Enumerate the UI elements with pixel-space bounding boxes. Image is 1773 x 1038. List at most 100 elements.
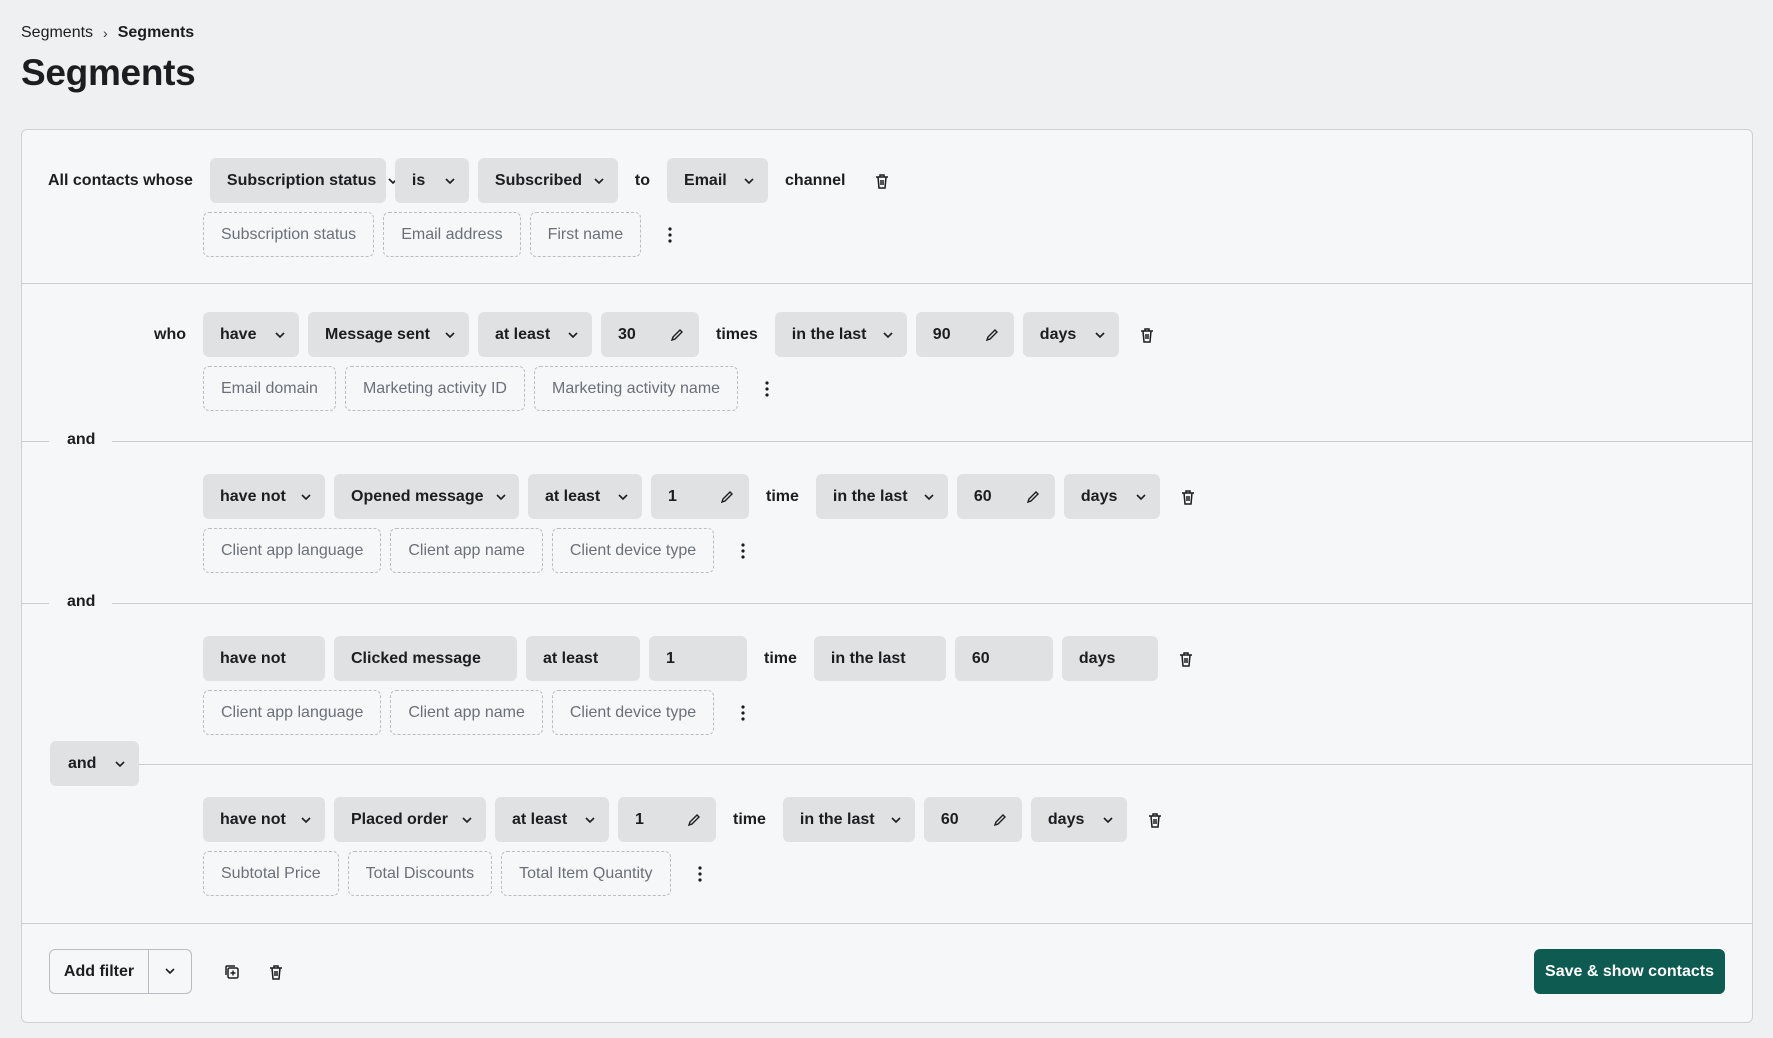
filter-chip[interactable]: First name — [529, 212, 642, 257]
chevron-down-icon — [301, 815, 311, 825]
verb-select-value: have — [220, 325, 257, 343]
count-input[interactable]: 1 — [618, 797, 716, 842]
qualifier-select[interactable]: at least — [478, 312, 592, 357]
verb-field[interactable]: have not — [203, 636, 325, 681]
filter-chip[interactable]: Total Item Quantity — [501, 851, 671, 896]
section-divider — [22, 283, 1752, 284]
count-input[interactable]: 30 — [601, 312, 699, 357]
field-select[interactable]: Subscription status — [209, 158, 398, 203]
verb-select[interactable]: have — [203, 312, 299, 357]
trash-icon[interactable] — [1179, 488, 1197, 506]
breadcrumb-root[interactable]: Segments — [21, 24, 93, 42]
event-field-value: Clicked message — [351, 649, 481, 667]
days-field[interactable]: 60 — [954, 636, 1053, 681]
period-select[interactable]: days — [1022, 312, 1119, 357]
filter-chip[interactable]: Total Discounts — [347, 851, 493, 896]
channel-select-value: Email — [684, 171, 727, 189]
kebab-icon[interactable] — [757, 379, 777, 399]
qualifier-select[interactable]: at least — [528, 474, 642, 519]
chevron-down-icon — [1103, 815, 1113, 825]
qualifier-field-value: at least — [543, 649, 599, 667]
verb-select[interactable]: have not — [203, 474, 325, 519]
trash-icon[interactable] — [873, 172, 891, 190]
operator-select[interactable]: is — [394, 158, 469, 203]
duplicate-icon[interactable] — [222, 962, 242, 982]
value-select-value: Subscribed — [494, 171, 583, 189]
and-label: and — [67, 593, 96, 610]
value-select[interactable]: Subscribed — [477, 158, 618, 203]
window-select[interactable]: in the last — [782, 797, 915, 842]
period-select[interactable]: days — [1030, 797, 1127, 842]
filter-chip[interactable]: Client device type — [551, 690, 715, 735]
trash-icon[interactable] — [1138, 326, 1156, 344]
channel-select[interactable]: Email — [667, 158, 769, 203]
period-select-value: days — [1039, 325, 1077, 343]
kebab-icon[interactable] — [660, 225, 680, 245]
event-select[interactable]: Placed order — [334, 797, 486, 842]
count-input-value: 1 — [635, 810, 644, 828]
period-field-value: days — [1078, 649, 1116, 667]
event-select[interactable]: Message sent — [308, 312, 469, 357]
qualifier-field[interactable]: at least — [526, 636, 640, 681]
window-select[interactable]: in the last — [815, 474, 948, 519]
save-and-show-contacts-button[interactable]: Save & show contacts — [1534, 949, 1725, 994]
add-filter-button[interactable]: Add filter — [49, 949, 192, 994]
filter-chip[interactable]: Client app name — [390, 528, 543, 573]
filter-chip[interactable]: Client device type — [551, 528, 715, 573]
days-input[interactable]: 60 — [923, 797, 1022, 842]
window-select[interactable]: in the last — [774, 312, 907, 357]
filter-chip[interactable]: Marketing activity name — [533, 366, 739, 411]
operator-select-value: is — [411, 171, 426, 189]
event-select[interactable]: Opened message — [334, 474, 519, 519]
add-filter-dropdown[interactable] — [149, 950, 191, 993]
window-field-value: in the last — [830, 649, 906, 667]
days-input[interactable]: 60 — [956, 474, 1055, 519]
filter-chip[interactable]: Email address — [383, 212, 521, 257]
verb-select[interactable]: have not — [203, 797, 325, 842]
chevron-down-icon — [301, 492, 311, 502]
condition-row: have not Clicked message at least 1 time… — [203, 636, 1195, 681]
kebab-icon[interactable] — [690, 864, 710, 884]
breadcrumb-separator: › — [103, 25, 108, 41]
filter-chip[interactable]: Client app language — [203, 690, 382, 735]
breadcrumb: Segments › Segments — [21, 24, 194, 42]
kebab-icon[interactable] — [733, 703, 753, 723]
trash-icon[interactable] — [1146, 811, 1164, 829]
condition-chips: Client app language Client app name Clie… — [203, 528, 753, 573]
filter-chip[interactable]: Subtotal Price — [203, 851, 339, 896]
period-field[interactable]: days — [1061, 636, 1158, 681]
filter-chip[interactable]: Client app language — [203, 528, 382, 573]
count-input-value: 1 — [668, 487, 677, 505]
and-select[interactable]: and — [50, 741, 139, 786]
trash-icon[interactable] — [266, 962, 286, 982]
trash-icon[interactable] — [1177, 650, 1195, 668]
filter-chip[interactable]: Subscription status — [203, 212, 375, 257]
period-select[interactable]: days — [1063, 474, 1160, 519]
verb-select-value: have not — [220, 810, 286, 828]
window-select-value: in the last — [791, 325, 867, 343]
event-select-value: Message sent — [325, 325, 430, 343]
add-filter-label[interactable]: Add filter — [50, 950, 149, 993]
chevron-down-icon — [568, 330, 578, 340]
segment-builder-card: All contacts whose Subscription status i… — [21, 129, 1753, 1023]
filter-chip[interactable]: Email domain — [203, 366, 336, 411]
filter-chip[interactable]: Client app name — [390, 690, 543, 735]
and-connector: and — [22, 593, 1752, 610]
chevron-down-icon — [891, 815, 901, 825]
count-field[interactable]: 1 — [649, 636, 747, 681]
window-field[interactable]: in the last — [813, 636, 946, 681]
event-field[interactable]: Clicked message — [334, 636, 517, 681]
field-select-value: Subscription status — [226, 171, 377, 189]
condition-chips: Email domain Marketing activity ID Marke… — [203, 366, 777, 411]
days-input[interactable]: 90 — [915, 312, 1014, 357]
event-select-value: Opened message — [351, 487, 484, 505]
unit-text: times — [716, 325, 758, 343]
pencil-icon — [1025, 489, 1041, 505]
chevron-down-icon — [883, 330, 893, 340]
filter-chip[interactable]: Marketing activity ID — [344, 366, 525, 411]
chevron-down-icon — [495, 492, 506, 502]
qualifier-select[interactable]: at least — [495, 797, 609, 842]
chevron-down-icon — [1095, 330, 1105, 340]
count-input[interactable]: 1 — [651, 474, 749, 519]
kebab-icon[interactable] — [733, 541, 753, 561]
